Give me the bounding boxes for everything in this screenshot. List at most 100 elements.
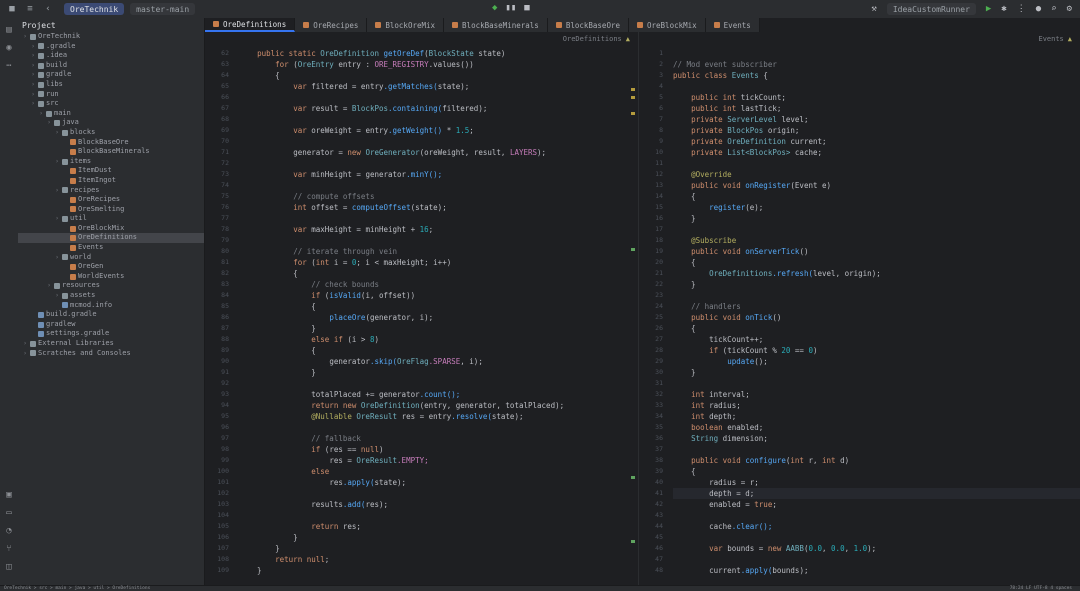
chevron-right-icon[interactable]: ›	[30, 61, 36, 71]
code-line[interactable]: public void onRegister(Event e)	[673, 180, 1080, 191]
line-number[interactable]: 20	[639, 257, 667, 268]
tree-item[interactable]: › src	[18, 99, 204, 109]
code-line[interactable]: @Nullable OreResult res = entry.resolve(…	[239, 411, 638, 422]
editor-tab[interactable]: OreRecipes	[295, 18, 368, 32]
line-number[interactable]: 72	[205, 158, 233, 169]
code-line[interactable]: public void onTick()	[673, 312, 1080, 323]
line-number[interactable]: 91	[205, 367, 233, 378]
line-number[interactable]: 100	[205, 466, 233, 477]
tree-item[interactable]: › assets	[18, 291, 204, 301]
line-number[interactable]: 70	[205, 136, 233, 147]
code-line[interactable]	[673, 444, 1080, 455]
code-line[interactable]: int radius;	[673, 400, 1080, 411]
line-number[interactable]: 33	[639, 400, 667, 411]
chevron-right-icon[interactable]: ›	[54, 291, 60, 301]
code-line[interactable]: enabled = true;	[673, 499, 1080, 510]
tree-item[interactable]: mcmod.info	[18, 301, 204, 311]
code-line[interactable]	[673, 510, 1080, 521]
line-number[interactable]: 107	[205, 543, 233, 554]
line-number[interactable]: 9	[639, 136, 667, 147]
tree-item[interactable]: BlockBaseMinerals	[18, 147, 204, 157]
code-line[interactable]: else	[239, 466, 638, 477]
change-marker[interactable]	[631, 248, 635, 251]
code-line[interactable]	[673, 290, 1080, 301]
line-number[interactable]: 21	[639, 268, 667, 279]
code-line[interactable]: {	[239, 301, 638, 312]
editor-tab[interactable]: BlockBaseMinerals	[444, 18, 548, 32]
project-selector[interactable]: OreTechnik	[64, 3, 125, 15]
code-line[interactable]: res.apply(state);	[239, 477, 638, 488]
line-number[interactable]: 83	[205, 279, 233, 290]
chevron-right-icon[interactable]: ›	[22, 32, 28, 42]
code-line[interactable]: {	[239, 345, 638, 356]
line-number[interactable]: 19	[639, 246, 667, 257]
code-line[interactable]: tickCount++;	[673, 334, 1080, 345]
line-number[interactable]: 98	[205, 444, 233, 455]
tree-item[interactable]: › util	[18, 214, 204, 224]
line-number[interactable]: 46	[639, 543, 667, 554]
line-number[interactable]: 6	[639, 103, 667, 114]
chevron-right-icon[interactable]: ›	[22, 339, 28, 349]
code-line[interactable]: depth = d;	[673, 488, 1080, 499]
code-line[interactable]: var bounds = new AABB(0.0, 0.0, 1.0);	[673, 543, 1080, 554]
line-number[interactable]: 94	[205, 400, 233, 411]
line-number[interactable]: 2	[639, 59, 667, 70]
code-line[interactable]: {	[673, 191, 1080, 202]
line-number[interactable]: 69	[205, 125, 233, 136]
chevron-right-icon[interactable]: ›	[38, 109, 44, 119]
code-line[interactable]	[239, 422, 638, 433]
line-number[interactable]: 17	[639, 224, 667, 235]
line-number[interactable]: 40	[639, 477, 667, 488]
status-path[interactable]: OreTechnik > src > main > java > util > …	[4, 586, 150, 591]
tree-item[interactable]: › External Libraries	[18, 339, 204, 349]
line-number[interactable]: 109	[205, 565, 233, 576]
line-number[interactable]: 3	[639, 70, 667, 81]
tree-item[interactable]: › gradle	[18, 70, 204, 80]
chevron-right-icon[interactable]: ›	[54, 186, 60, 196]
code-line[interactable]: results.add(res);	[239, 499, 638, 510]
tree-item[interactable]: BlockBaseOre	[18, 138, 204, 148]
chevron-right-icon[interactable]: ›	[54, 214, 60, 224]
line-number[interactable]: 63	[205, 59, 233, 70]
code-line[interactable]: radius = r;	[673, 477, 1080, 488]
code-line[interactable]	[673, 224, 1080, 235]
code-line[interactable]: private OreDefinition current;	[673, 136, 1080, 147]
editor-tab[interactable]: BlockBaseOre	[547, 18, 629, 32]
line-number[interactable]: 85	[205, 301, 233, 312]
code-line[interactable]: public int tickCount;	[673, 92, 1080, 103]
line-number[interactable]: 5	[639, 92, 667, 103]
code-line[interactable]: // handlers	[673, 301, 1080, 312]
line-number[interactable]: 86	[205, 312, 233, 323]
code-line[interactable]: public static OreDefinition getOreDef(Bl…	[239, 48, 638, 59]
code-line[interactable]: }	[239, 565, 638, 576]
line-number[interactable]: 104	[205, 510, 233, 521]
line-number[interactable]: 65	[205, 81, 233, 92]
chevron-right-icon[interactable]: ›	[30, 80, 36, 90]
line-number[interactable]: 39	[639, 466, 667, 477]
editor-pane-right[interactable]: Events ▲ 1 2 3 4 5 6 7 8 9 10 11 12 13 14 15 16 17 18 19 20…	[639, 32, 1080, 585]
line-number[interactable]: 88	[205, 334, 233, 345]
chevron-right-icon[interactable]: ›	[30, 90, 36, 100]
line-number[interactable]: 74	[205, 180, 233, 191]
code-line[interactable]: if (isValid(i, offset))	[239, 290, 638, 301]
line-number[interactable]: 22	[639, 279, 667, 290]
code-line[interactable]: OreDefinitions.refresh(level, origin);	[673, 268, 1080, 279]
tree-item[interactable]: OreSmelting	[18, 205, 204, 215]
change-marker[interactable]	[631, 540, 635, 543]
line-number[interactable]: 8	[639, 125, 667, 136]
code-line[interactable]: }	[673, 279, 1080, 290]
code-line[interactable]: {	[239, 268, 638, 279]
line-number[interactable]: 14	[639, 191, 667, 202]
code-line[interactable]: public int lastTick;	[673, 103, 1080, 114]
code-line[interactable]: for (int i = 0; i < maxHeight; i++)	[239, 257, 638, 268]
line-number[interactable]: 108	[205, 554, 233, 565]
tree-item[interactable]: › world	[18, 253, 204, 263]
code-line[interactable]: for (OreEntry entry : ORE_REGISTRY.value…	[239, 59, 638, 70]
editor-tab[interactable]: OreDefinitions	[205, 18, 296, 32]
tree-item[interactable]: › recipes	[18, 186, 204, 196]
line-number[interactable]: 44	[639, 521, 667, 532]
code-line[interactable]	[239, 213, 638, 224]
code-line[interactable]: }	[239, 367, 638, 378]
line-number[interactable]: 42	[639, 499, 667, 510]
services-tool-icon[interactable]: ▣	[3, 489, 15, 501]
